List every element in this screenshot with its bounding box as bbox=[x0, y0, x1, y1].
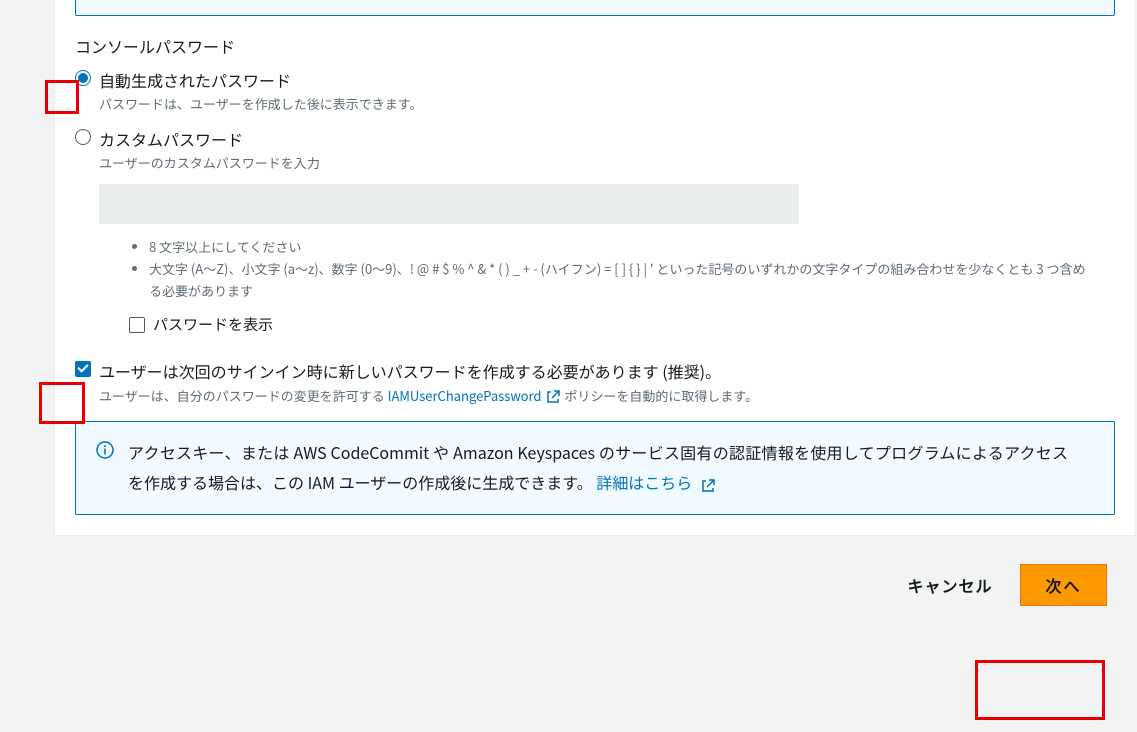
learn-more-link[interactable]: 詳細はこちら bbox=[596, 470, 716, 494]
footer-actions: キャンセル 次へ bbox=[27, 564, 1109, 606]
custom-password-desc: ユーザーのカスタムパスワードを入力 bbox=[99, 153, 1115, 172]
show-password-label: パスワードを表示 bbox=[153, 314, 273, 335]
custom-password-option[interactable]: カスタムパスワード bbox=[75, 127, 1115, 151]
top-info-banner-visible bbox=[75, 0, 1115, 16]
checkbox-icon[interactable] bbox=[129, 317, 145, 333]
radio-icon[interactable] bbox=[75, 129, 91, 145]
iam-policy-link[interactable]: IAMUserChangePassword bbox=[388, 386, 562, 405]
auto-password-desc: パスワードは、ユーザーを作成した後に表示できます。 bbox=[99, 94, 1115, 113]
pwd-requirement: 大文字 (A～Z)、小文字 (a～z)、数字 (0～9)、! @ # $ % ^… bbox=[149, 258, 1089, 302]
desc-suffix: ポリシーを自動的に取得します。 bbox=[561, 386, 758, 405]
reset-password-label: ユーザーは次回のサインイン時に新しいパスワードを作成する必要があります (推奨)… bbox=[99, 359, 721, 383]
desc-prefix: ユーザーは、自分のパスワードの変更を許可する bbox=[99, 386, 388, 405]
checkbox-icon[interactable] bbox=[75, 361, 91, 377]
info-box: アクセスキー、または AWS CodeCommit や Amazon Keysp… bbox=[75, 421, 1115, 514]
custom-password-input[interactable] bbox=[99, 184, 799, 224]
form-panel: コンソールパスワード 自動生成されたパスワード パスワードは、ユーザーを作成した… bbox=[54, 0, 1136, 536]
next-button[interactable]: 次へ bbox=[1020, 564, 1106, 606]
show-password-option[interactable]: パスワードを表示 bbox=[129, 314, 1115, 335]
highlight-box bbox=[975, 660, 1105, 720]
reset-password-option[interactable]: ユーザーは次回のサインイン時に新しいパスワードを作成する必要があります (推奨)… bbox=[75, 359, 1115, 383]
auto-password-option[interactable]: 自動生成されたパスワード bbox=[75, 68, 1115, 92]
custom-password-label: カスタムパスワード bbox=[99, 127, 243, 151]
reset-password-desc: ユーザーは、自分のパスワードの変更を許可する IAMUserChangePass… bbox=[99, 385, 989, 407]
radio-icon[interactable] bbox=[75, 70, 91, 86]
external-link-icon bbox=[545, 389, 561, 405]
external-link-icon bbox=[700, 478, 716, 494]
pwd-requirement: 8 文字以上にしてください bbox=[149, 236, 1089, 258]
info-icon bbox=[96, 441, 114, 459]
auto-password-label: 自動生成されたパスワード bbox=[99, 68, 291, 92]
section-title: コンソールパスワード bbox=[75, 34, 1115, 58]
cancel-button[interactable]: キャンセル bbox=[901, 565, 998, 605]
